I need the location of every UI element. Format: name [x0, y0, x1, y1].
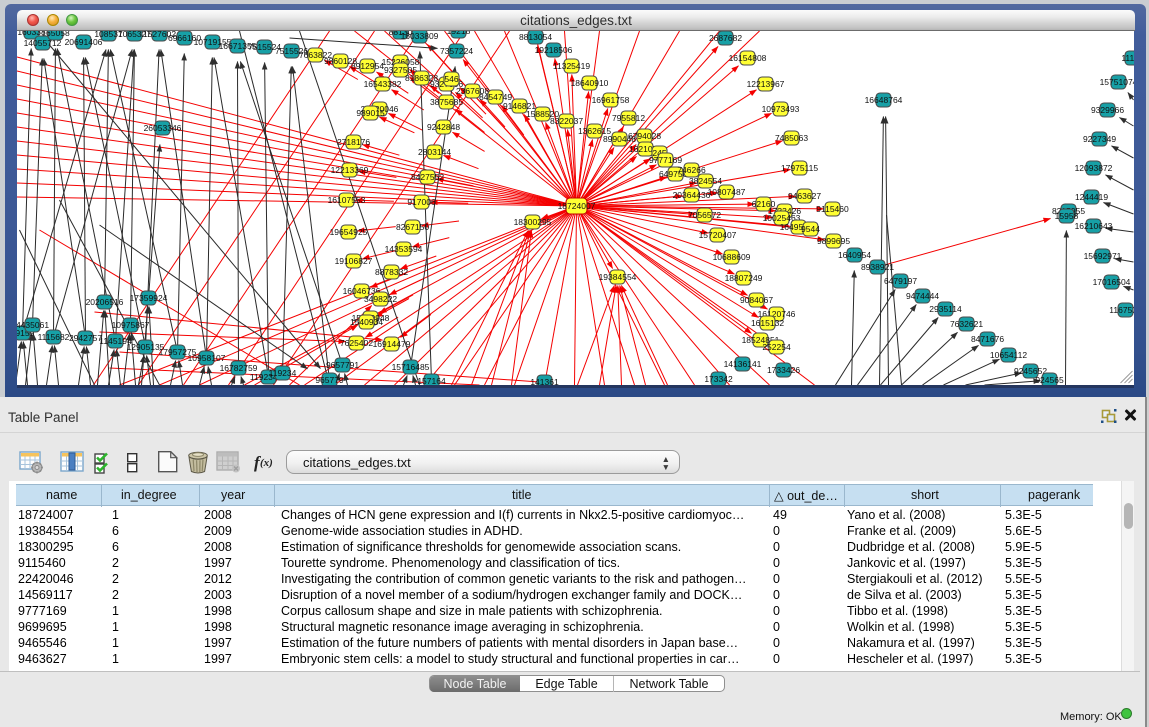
- svg-text:1733426: 1733426: [767, 365, 800, 375]
- svg-text:9463627: 9463627: [788, 191, 821, 201]
- svg-text:119234: 119234: [269, 368, 297, 378]
- svg-text:19106827: 19106827: [335, 256, 373, 266]
- svg-text:16107553: 16107553: [328, 195, 366, 205]
- svg-text:12093872: 12093872: [1075, 163, 1113, 173]
- svg-text:26053346: 26053346: [144, 123, 182, 133]
- svg-text:2803144: 2803144: [418, 147, 451, 157]
- svg-text:8878332: 8878332: [375, 267, 408, 277]
- svg-text:17359924: 17359924: [130, 293, 168, 303]
- svg-text:11125: 11125: [1121, 53, 1134, 63]
- svg-text:12213369: 12213369: [331, 165, 369, 175]
- svg-text:8938921: 8938921: [861, 262, 894, 272]
- svg-text:8471676: 8471676: [971, 334, 1004, 344]
- svg-text:9329966: 9329966: [1091, 105, 1124, 115]
- svg-text:16914479: 16914479: [373, 339, 411, 349]
- svg-text:6479197: 6479197: [884, 276, 917, 286]
- svg-text:20364436: 20364436: [673, 190, 711, 200]
- svg-text:746266: 746266: [677, 165, 706, 175]
- svg-text:16543382: 16543382: [364, 79, 402, 89]
- svg-text:18724007: 18724007: [558, 201, 596, 211]
- svg-text:14353594: 14353594: [385, 244, 423, 254]
- svg-text:7955812: 7955812: [612, 113, 645, 123]
- svg-text:8427552: 8427552: [411, 172, 444, 182]
- svg-text:8912954: 8912954: [351, 61, 384, 71]
- svg-text:173342: 173342: [704, 374, 733, 384]
- svg-text:3498222: 3498222: [364, 294, 397, 304]
- svg-text:19654925: 19654925: [330, 227, 368, 237]
- svg-text:2942757: 2942757: [69, 333, 102, 343]
- svg-text:18807249: 18807249: [725, 273, 763, 283]
- svg-text:141361: 141361: [530, 377, 559, 385]
- svg-text:1615132: 1615132: [751, 318, 784, 328]
- svg-text:7485063: 7485063: [775, 133, 808, 143]
- svg-text:18300295: 18300295: [514, 217, 552, 227]
- svg-text:19218506: 19218506: [535, 45, 573, 55]
- svg-text:15720407: 15720407: [699, 230, 737, 240]
- svg-text:917006: 917006: [407, 197, 436, 207]
- svg-text:18640910: 18640910: [571, 78, 609, 88]
- svg-text:16210643: 16210643: [1075, 221, 1113, 231]
- svg-text:10688609: 10688609: [713, 252, 751, 262]
- svg-text:9084067: 9084067: [740, 295, 773, 305]
- svg-text:1115682: 1115682: [38, 332, 70, 342]
- svg-text:9777169: 9777169: [649, 155, 682, 165]
- svg-text:16648764: 16648764: [865, 95, 903, 105]
- svg-text:7357224: 7357224: [440, 46, 473, 56]
- svg-text:17975115: 17975115: [781, 163, 818, 173]
- svg-text:7056572: 7056572: [688, 210, 721, 220]
- svg-text:9544: 9544: [801, 224, 820, 234]
- svg-text:12213967: 12213967: [747, 79, 785, 89]
- svg-text:9474444: 9474444: [906, 291, 939, 301]
- svg-text:3824554: 3824554: [689, 176, 722, 186]
- svg-text:1540934: 1540934: [350, 317, 383, 327]
- svg-text:7625402: 7625402: [340, 338, 373, 348]
- svg-text:14136141: 14136141: [724, 359, 762, 369]
- svg-text:3875685: 3875685: [430, 97, 463, 107]
- svg-text:10654112: 10654112: [990, 350, 1027, 360]
- svg-text:252254: 252254: [762, 342, 791, 352]
- svg-text:8322037: 8322037: [550, 116, 583, 126]
- svg-text:10975867: 10975867: [112, 320, 150, 330]
- svg-text:9115460: 9115460: [816, 204, 849, 214]
- svg-text:15751074: 15751074: [1100, 77, 1134, 87]
- svg-text:17016504: 17016504: [1093, 277, 1131, 287]
- svg-text:157164: 157164: [417, 376, 446, 385]
- svg-text:16033809: 16033809: [401, 31, 439, 41]
- svg-text:6794028: 6794028: [628, 131, 661, 141]
- svg-text:16961758: 16961758: [592, 95, 630, 105]
- svg-text:2718176: 2718176: [337, 137, 370, 147]
- svg-text:19218: 19218: [447, 31, 471, 36]
- svg-text:546: 546: [444, 74, 458, 84]
- svg-text:20206516: 20206516: [86, 297, 124, 307]
- svg-text:2687682: 2687682: [709, 33, 742, 43]
- svg-text:4435061: 4435061: [17, 320, 49, 330]
- svg-text:9242848: 9242848: [427, 122, 460, 132]
- svg-text:1244419: 1244419: [1075, 192, 1108, 202]
- svg-text:9899695: 9899695: [817, 236, 850, 246]
- svg-text:10807487: 10807487: [708, 187, 746, 197]
- svg-text:(x): (x): [260, 457, 273, 469]
- svg-text:15692971: 15692971: [1084, 251, 1122, 261]
- svg-text:7632621: 7632621: [950, 319, 983, 329]
- svg-text:15716485: 15716485: [392, 362, 430, 372]
- svg-text:16154808: 16154808: [729, 53, 767, 63]
- svg-text:9227349: 9227349: [1083, 134, 1116, 144]
- svg-text:989015: 989015: [356, 108, 385, 118]
- svg-text:965779: 965779: [315, 375, 344, 385]
- svg-text:19384554: 19384554: [599, 272, 637, 282]
- svg-text:2935114: 2935114: [929, 304, 962, 314]
- svg-text:1640954: 1640954: [838, 250, 871, 260]
- svg-text:8813054: 8813054: [519, 32, 552, 42]
- svg-text:1167533: 1167533: [1109, 305, 1134, 315]
- svg-text:11325419: 11325419: [553, 61, 590, 71]
- svg-text:10958107: 10958107: [188, 353, 226, 363]
- svg-text:10973493: 10973493: [762, 104, 800, 114]
- svg-text:9657791: 9657791: [326, 360, 359, 370]
- svg-text:924565: 924565: [1035, 375, 1064, 385]
- svg-text:8267150: 8267150: [396, 222, 429, 232]
- svg-text:15958: 15958: [1055, 211, 1079, 221]
